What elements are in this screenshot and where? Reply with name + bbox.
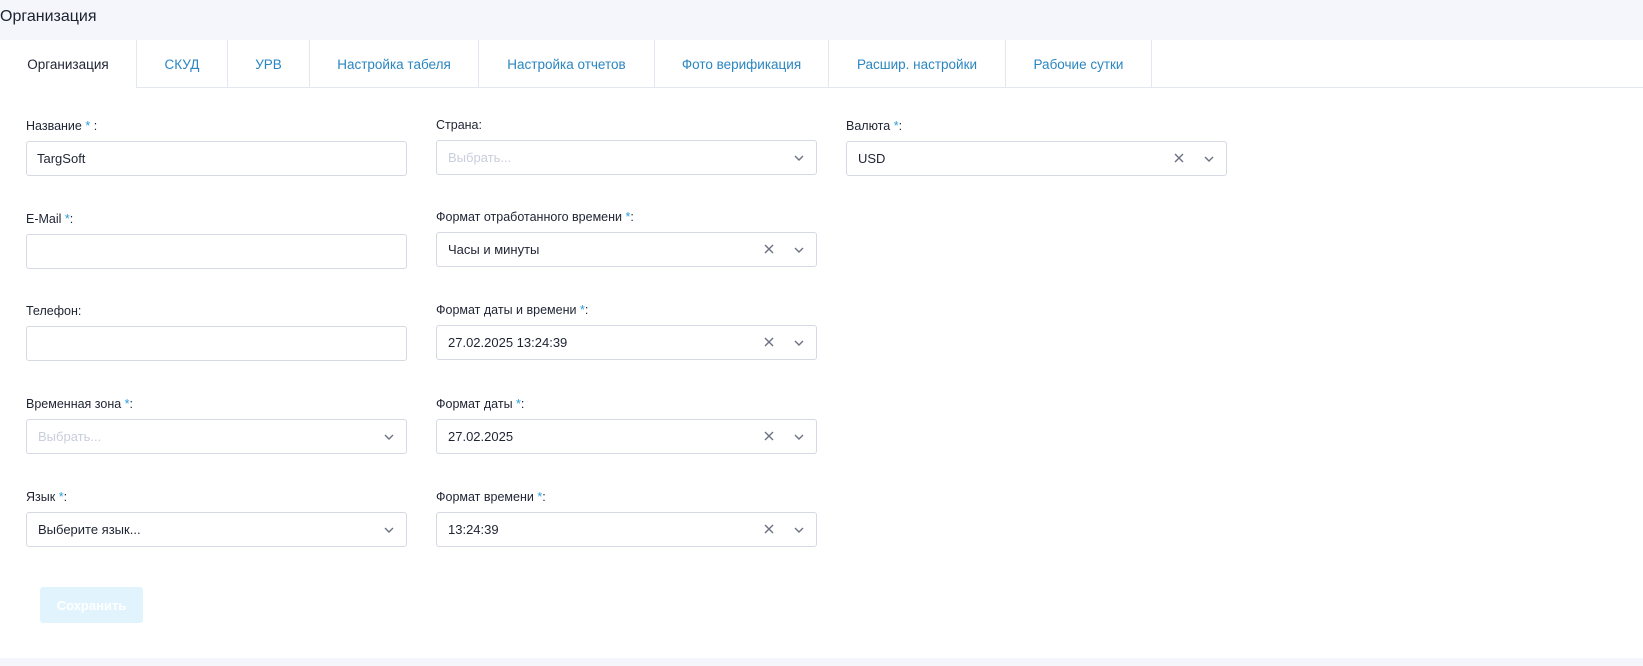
country-placeholder: Выбрать...	[448, 150, 512, 165]
datetime-format-select[interactable]: 27.02.2025 13:24:39	[436, 325, 817, 360]
settings-card: Организация СКУД УРВ Настройка табеля На…	[0, 40, 1643, 658]
chevron-down-icon	[794, 247, 804, 253]
time-format-label: Формат времени *:	[436, 490, 546, 504]
tab-urv[interactable]: УРВ	[228, 40, 310, 88]
chevron-down-icon	[794, 340, 804, 346]
tab-advanced-settings[interactable]: Расшир. настройки	[829, 40, 1006, 88]
tab-bar: Организация СКУД УРВ Настройка табеля На…	[0, 40, 1643, 89]
tab-report-settings[interactable]: Настройка отчетов	[479, 40, 655, 88]
tab-organization[interactable]: Организация	[0, 40, 137, 89]
language-select[interactable]: Выберите язык...	[26, 512, 407, 547]
country-select[interactable]: Выбрать...	[436, 140, 817, 175]
worked-time-format-select[interactable]: Часы и минуты	[436, 232, 817, 267]
currency-label: Валюта *:	[846, 119, 903, 133]
tab-photo-verification[interactable]: Фото верификация	[655, 40, 829, 88]
datetime-format-value: 27.02.2025 13:24:39	[448, 335, 568, 350]
email-input[interactable]	[26, 234, 407, 269]
tab-timesheet-settings[interactable]: Настройка табеля	[310, 40, 479, 88]
timezone-label: Временная зона *:	[26, 397, 134, 411]
currency-value: USD	[858, 151, 886, 166]
close-icon[interactable]	[1172, 151, 1186, 165]
name-label: Название * :	[26, 119, 98, 133]
date-format-label: Формат даты *:	[436, 397, 525, 411]
tab-working-day[interactable]: Рабочие сутки	[1006, 40, 1152, 88]
email-label: E-Mail *:	[26, 212, 74, 226]
country-label: Страна:	[436, 118, 482, 132]
chevron-down-icon	[1204, 156, 1214, 162]
datetime-format-label: Формат даты и времени *:	[436, 303, 589, 317]
name-input[interactable]	[26, 141, 407, 176]
chevron-down-icon	[794, 155, 804, 161]
date-format-select[interactable]: 27.02.2025	[436, 419, 817, 454]
close-icon[interactable]	[762, 335, 776, 349]
currency-select[interactable]: USD	[846, 141, 1227, 176]
language-label: Язык *:	[26, 490, 68, 504]
language-value: Выберите язык...	[38, 522, 141, 537]
worked-time-format-label: Формат отработанного времени *:	[436, 210, 634, 224]
close-icon[interactable]	[762, 429, 776, 443]
page-title: Организация	[0, 8, 97, 25]
save-button[interactable]: Сохранить	[40, 587, 143, 623]
time-format-select[interactable]: 13:24:39	[436, 512, 817, 547]
chevron-down-icon	[794, 434, 804, 440]
date-format-value: 27.02.2025	[448, 429, 514, 444]
close-icon[interactable]	[762, 522, 776, 536]
close-icon[interactable]	[762, 242, 776, 256]
worked-time-format-value: Часы и минуты	[448, 242, 540, 257]
chevron-down-icon	[384, 434, 394, 440]
chevron-down-icon	[794, 527, 804, 533]
time-format-value: 13:24:39	[448, 522, 499, 537]
phone-label: Телефон:	[26, 304, 82, 318]
tab-skud[interactable]: СКУД	[137, 40, 228, 88]
chevron-down-icon	[384, 527, 394, 533]
phone-input[interactable]	[26, 326, 407, 361]
timezone-placeholder: Выбрать...	[38, 429, 102, 444]
timezone-select[interactable]: Выбрать...	[26, 419, 407, 454]
